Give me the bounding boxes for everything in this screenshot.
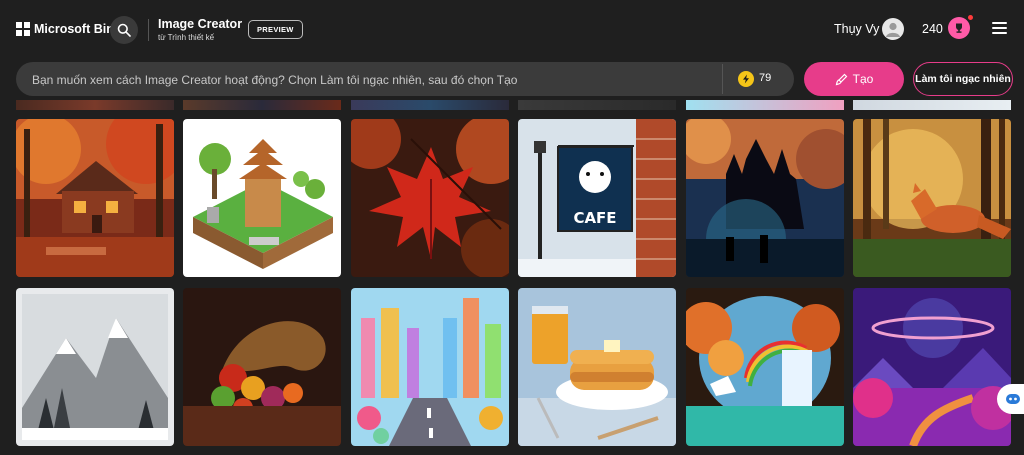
search-icon — [117, 23, 131, 37]
dark-castle-image[interactable] — [686, 119, 844, 277]
fox-forest-image[interactable] — [853, 119, 1011, 277]
isometric-pagoda-image[interactable] — [183, 119, 341, 277]
create-button[interactable]: Tạo — [804, 62, 904, 96]
top-bar: Microsoft Bing Image Creator từ Trình th… — [0, 0, 1024, 58]
lightning-icon — [743, 74, 749, 84]
prompt-box: 79 — [16, 62, 794, 98]
brush-icon — [835, 73, 848, 85]
search-button[interactable] — [110, 16, 138, 44]
user-name[interactable]: Thụy Vy — [834, 22, 879, 36]
cafe-sign-text: CAFE — [573, 209, 616, 227]
app-subtitle: từ Trình thiết kế — [158, 33, 215, 42]
prompt-divider — [722, 64, 723, 94]
boosts-count: 79 — [759, 72, 772, 84]
header-divider — [148, 19, 149, 41]
prompt-input[interactable] — [30, 62, 724, 98]
rainbow-waterfall-image[interactable] — [686, 288, 844, 446]
cafe-sign-image[interactable]: CAFE — [518, 119, 676, 277]
surprise-me-button[interactable]: Làm tôi ngạc nhiên — [913, 62, 1013, 96]
avatar[interactable] — [882, 18, 904, 40]
microsoft-logo-icon[interactable] — [16, 22, 30, 36]
trophy-icon — [956, 23, 962, 33]
purple-planet-landscape-image[interactable] — [853, 288, 1011, 446]
red-maple-leaf-image[interactable] — [351, 119, 509, 277]
chat-bot-icon — [1006, 394, 1020, 404]
brand-name[interactable]: Microsoft Bing — [34, 22, 122, 36]
hamburger-menu-icon[interactable] — [992, 22, 1007, 34]
snowy-mountains-stamp-image[interactable] — [16, 288, 174, 446]
user-avatar-icon — [886, 22, 900, 37]
candy-city-image[interactable] — [351, 288, 509, 446]
rewards-button[interactable] — [948, 17, 970, 39]
app-title[interactable]: Image Creator — [158, 17, 242, 31]
notification-dot — [968, 15, 973, 20]
rewards-count[interactable]: 240 — [922, 22, 943, 36]
autumn-cabin-image[interactable] — [16, 119, 174, 277]
preview-badge: PREVIEW — [248, 20, 303, 39]
cornucopia-image[interactable] — [183, 288, 341, 446]
boost-icon[interactable] — [738, 71, 754, 87]
create-button-label: Tạo — [852, 72, 874, 86]
pancakes-image[interactable] — [518, 288, 676, 446]
previous-row-strip — [0, 100, 1024, 110]
copilot-button[interactable] — [997, 384, 1024, 414]
